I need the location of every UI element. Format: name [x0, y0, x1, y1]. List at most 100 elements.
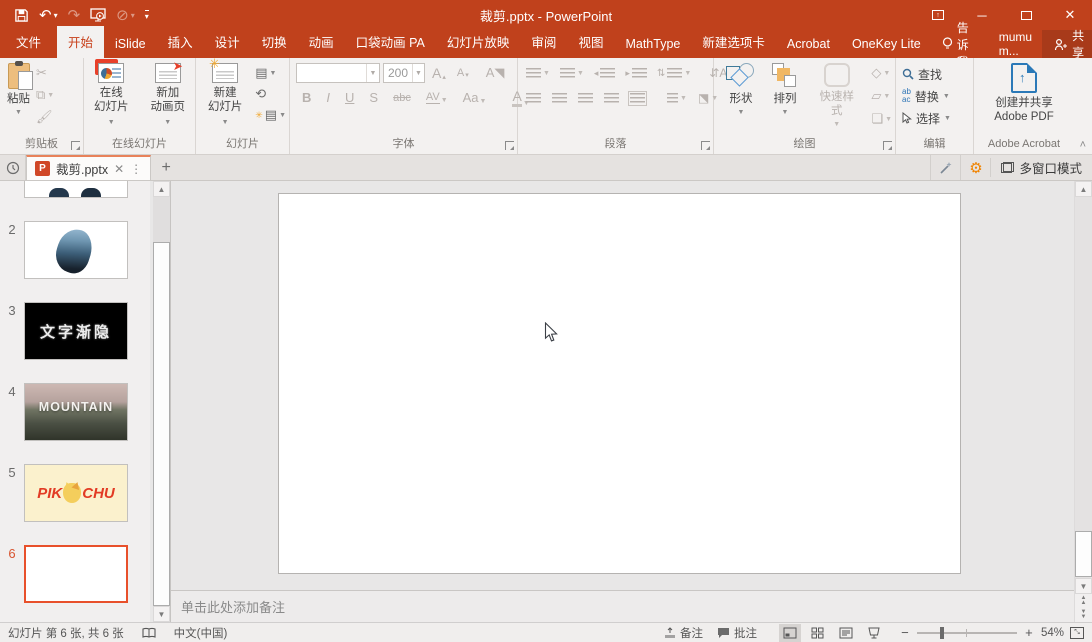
settings-gear-icon[interactable]: ⚙	[960, 155, 990, 180]
thumbnail-scrollbar[interactable]: ▲ ▼	[153, 181, 170, 622]
thumbnail-slide-1[interactable]	[0, 181, 150, 198]
arrange-button[interactable]: 排列 ▼	[768, 61, 802, 136]
tab-more-icon[interactable]: ⋮	[130, 162, 142, 176]
paste-button[interactable]: 粘贴 ▼	[3, 61, 34, 136]
next-slide-button[interactable]: ▼▼	[1075, 608, 1092, 622]
save-icon[interactable]	[14, 8, 29, 23]
select-dropdown-icon[interactable]: ▼	[944, 115, 951, 122]
create-share-adobe-pdf-button[interactable]: 创建并共享 Adobe PDF	[990, 61, 1057, 136]
tab-new-tab[interactable]: 新建选项卡	[691, 26, 776, 58]
spellcheck-book-icon[interactable]	[142, 627, 156, 639]
main-vertical-scrollbar[interactable]: ▲ ▼ ▲▲ ▼▼	[1074, 181, 1092, 622]
slideshow-view-button[interactable]	[863, 624, 885, 642]
account-name[interactable]: mumu m...	[989, 30, 1042, 58]
document-tab-active[interactable]: P 裁剪.pptx ✕ ⋮	[26, 155, 151, 180]
slide-canvas[interactable]	[278, 193, 961, 574]
share-button[interactable]: 共享	[1042, 30, 1092, 58]
reset-slide-icon[interactable]: ⟲	[255, 86, 286, 102]
reading-view-button[interactable]	[835, 624, 857, 642]
slide-counter[interactable]: 幻灯片 第 6 张, 共 6 张	[8, 625, 124, 641]
slide-1-thumbnail[interactable]	[24, 181, 128, 198]
font-name-combo[interactable]: ▼	[296, 63, 380, 83]
shapes-button[interactable]: 形状 ▼	[722, 61, 760, 136]
scroll-track[interactable]	[1075, 197, 1092, 578]
tab-view[interactable]: 视图	[567, 26, 614, 58]
slide-layout-icon[interactable]: ▤▼	[255, 65, 286, 81]
replace-button[interactable]: abac 替换 ▼	[902, 86, 973, 106]
tab-close-icon[interactable]: ✕	[114, 162, 124, 176]
slide-6-thumbnail[interactable]	[24, 545, 128, 603]
magic-wand-icon[interactable]	[930, 155, 960, 180]
tab-home[interactable]: 开始	[57, 26, 104, 58]
collapse-ribbon-icon[interactable]: ˄	[1080, 139, 1086, 151]
notes-pane[interactable]: 单击此处添加备注	[171, 590, 1074, 622]
zoom-in-icon[interactable]: +	[1023, 625, 1035, 640]
section-icon[interactable]: ✳▤▼	[255, 107, 286, 123]
tab-insert[interactable]: 插入	[157, 26, 204, 58]
zoom-out-icon[interactable]: −	[899, 625, 911, 640]
undo-dropdown-icon[interactable]: ▾	[54, 11, 58, 20]
fit-slide-to-window-icon[interactable]: ⤡	[1070, 627, 1084, 639]
ribbon-display-options-icon[interactable]: ↑	[916, 0, 960, 30]
slide-sorter-view-button[interactable]	[807, 624, 829, 642]
slide-5-thumbnail[interactable]: PIK CHU	[24, 464, 128, 522]
replace-dropdown-icon[interactable]: ▼	[943, 93, 950, 100]
maximize-icon[interactable]	[1004, 0, 1048, 30]
thumb-scroll-track[interactable]	[153, 197, 170, 606]
customize-qat-icon[interactable]: ▾	[145, 10, 149, 21]
tab-pocket-animation[interactable]: 口袋动画 PA	[345, 26, 436, 58]
new-document-tab-icon[interactable]: +	[151, 155, 181, 180]
scroll-down-icon[interactable]: ▼	[1075, 578, 1092, 594]
paste-dropdown-icon[interactable]: ▼	[15, 106, 22, 120]
font-size-dropdown-icon[interactable]: ▼	[412, 64, 424, 82]
slide-4-thumbnail[interactable]: MOUNTAIN	[24, 383, 128, 441]
thumbnail-slide-3[interactable]: 3 文字渐隐	[0, 302, 150, 360]
slide-3-thumbnail[interactable]: 文字渐隐	[24, 302, 128, 360]
thumb-scroll-up-icon[interactable]: ▲	[153, 181, 170, 197]
scroll-thumb[interactable]	[1075, 531, 1092, 577]
start-slideshow-icon[interactable]	[90, 8, 106, 23]
new-animation-page-button[interactable]: ➤ 新加 动画页 ▼	[144, 61, 193, 136]
tab-file[interactable]: 文件	[0, 26, 57, 58]
font-name-dropdown-icon[interactable]: ▼	[366, 64, 379, 82]
paragraph-dialog-launcher-icon[interactable]	[701, 141, 710, 150]
tab-acrobat[interactable]: Acrobat	[776, 31, 841, 58]
drawing-dialog-launcher-icon[interactable]	[883, 141, 892, 150]
zoom-slider-thumb[interactable]	[940, 627, 944, 639]
undo-button[interactable]: ↶▾	[39, 6, 58, 24]
tab-onekey-lite[interactable]: OneKey Lite	[841, 31, 932, 58]
tab-animations[interactable]: 动画	[298, 26, 345, 58]
tab-review[interactable]: 审阅	[520, 26, 567, 58]
tab-transitions[interactable]: 切换	[251, 26, 298, 58]
new-slide-button[interactable]: ✳ 新建 幻灯片 ▼	[199, 61, 251, 136]
clipboard-dialog-launcher-icon[interactable]	[71, 141, 80, 150]
thumb-scroll-down-icon[interactable]: ▼	[153, 606, 170, 622]
language-indicator[interactable]: 中文(中国)	[174, 625, 228, 641]
thumbnail-slide-4[interactable]: 4 MOUNTAIN	[0, 383, 150, 441]
tell-me-box[interactable]: 告诉我...	[932, 30, 989, 58]
notes-toggle-button[interactable]: 备注	[664, 625, 703, 641]
comments-toggle-button[interactable]: 批注	[717, 625, 757, 641]
select-button[interactable]: 选择 ▼	[902, 108, 973, 128]
shapes-dropdown-icon[interactable]: ▼	[738, 106, 745, 120]
tab-islide[interactable]: iSlide	[104, 31, 157, 58]
thumbnail-slide-6[interactable]: 6	[0, 545, 150, 603]
tab-mathtype[interactable]: MathType	[614, 31, 691, 58]
font-dialog-launcher-icon[interactable]	[505, 141, 514, 150]
tab-design[interactable]: 设计	[204, 26, 251, 58]
thumbnail-slide-5[interactable]: 5 PIK CHU	[0, 464, 150, 522]
close-icon[interactable]: ✕	[1048, 0, 1092, 30]
thumbnail-slide-2[interactable]: 2	[0, 221, 150, 279]
multi-window-mode-button[interactable]: 多窗口模式	[990, 158, 1092, 177]
zoom-percentage[interactable]: 54%	[1041, 627, 1064, 639]
slide-2-thumbnail[interactable]	[24, 221, 128, 279]
arrange-dropdown-icon[interactable]: ▼	[782, 106, 789, 120]
normal-view-button[interactable]	[779, 624, 801, 642]
tab-slideshow[interactable]: 幻灯片放映	[436, 26, 521, 58]
font-size-combo[interactable]: 200 ▼	[383, 63, 425, 83]
document-history-icon[interactable]	[0, 155, 26, 180]
zoom-slider[interactable]	[917, 632, 1017, 634]
scroll-up-icon[interactable]: ▲	[1075, 181, 1092, 197]
previous-slide-button[interactable]: ▲▲	[1075, 594, 1092, 608]
find-button[interactable]: 查找	[902, 64, 973, 84]
